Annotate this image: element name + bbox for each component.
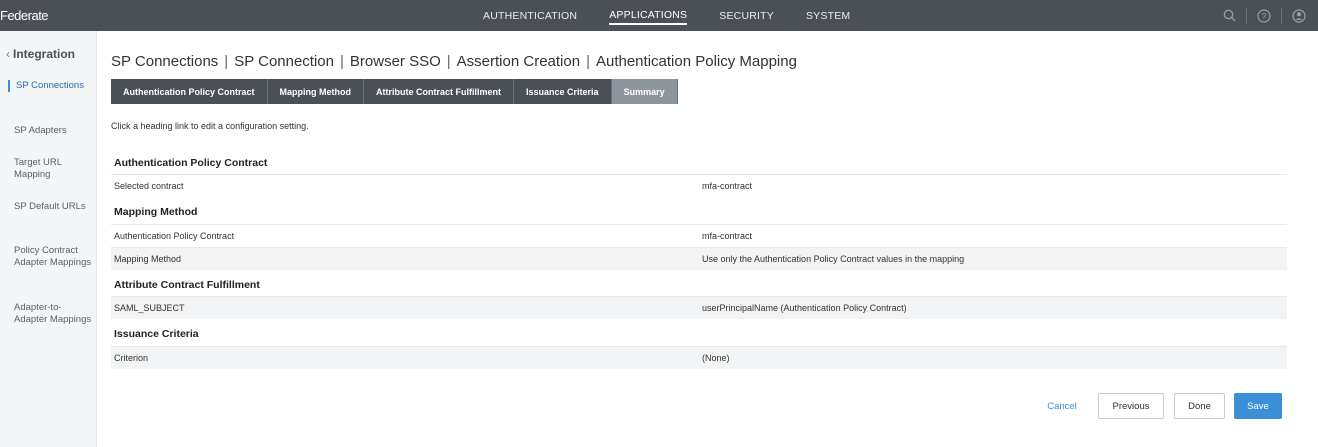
sidebar-item-adapter-to-adapter-mappings[interactable]: Adapter-to-Adapter Mappings (14, 302, 92, 326)
table-row: Mapping Method Use only the Authenticati… (111, 247, 1287, 270)
sidebar-item-target-url-mapping[interactable]: Target URL Mapping (14, 157, 92, 181)
tab-issuance-criteria[interactable]: Issuance Criteria (514, 79, 612, 104)
wizard-tabs: Authentication Policy Contract Mapping M… (111, 79, 678, 104)
breadcrumb-separator: | (340, 53, 344, 70)
nav-authentication[interactable]: AUTHENTICATION (483, 8, 577, 24)
main-nav: AUTHENTICATION APPLICATIONS SECURITY SYS… (483, 0, 882, 31)
breadcrumb-separator: | (446, 53, 451, 70)
breadcrumb: SP Connections | SP Connection | Browser… (111, 53, 797, 70)
sidebar-item-policy-contract-adapter-mappings[interactable]: Policy Contract Adapter Mappings (14, 245, 92, 269)
section-heading-attribute-contract-fulfillment[interactable]: Attribute Contract Fulfillment (114, 279, 260, 291)
search-icon[interactable] (1222, 9, 1236, 23)
sidebar-item-sp-adapters[interactable]: SP Adapters (14, 125, 92, 137)
tab-authentication-policy-contract[interactable]: Authentication Policy Contract (111, 79, 268, 104)
breadcrumb-separator: | (586, 53, 590, 70)
section-heading-mapping-method[interactable]: Mapping Method (114, 206, 197, 218)
row-value: userPrincipalName (Authentication Policy… (702, 303, 907, 313)
row-key: Criterion (114, 353, 149, 363)
sidebar-item-sp-default-urls[interactable]: SP Default URLs (14, 201, 92, 213)
divider (1281, 7, 1282, 24)
tab-summary[interactable]: Summary (611, 79, 678, 104)
row-key: Mapping Method (114, 254, 182, 264)
section-heading-authentication-policy-contract[interactable]: Authentication Policy Contract (114, 157, 267, 169)
page-title: Authentication Policy Mapping (595, 53, 797, 70)
done-button[interactable]: Done (1174, 393, 1225, 419)
cancel-button[interactable]: Cancel (1036, 393, 1088, 419)
table-row: Authentication Policy Contract mfa-contr… (111, 224, 1287, 247)
divider (1246, 7, 1247, 24)
logo[interactable]: Federate (0, 8, 49, 23)
tab-mapping-method[interactable]: Mapping Method (267, 79, 365, 104)
nav-security[interactable]: SECURITY (719, 8, 774, 24)
help-icon[interactable]: ? (1257, 8, 1271, 23)
row-key: SAML_SUBJECT (114, 303, 185, 313)
top-bar: Federate AUTHENTICATION APPLICATIONS SEC… (0, 0, 1318, 31)
row-value: Use only the Authentication Policy Contr… (702, 254, 965, 264)
sidebar-item-sp-connections[interactable]: SP Connections (8, 80, 86, 92)
nav-applications[interactable]: APPLICATIONS (609, 7, 688, 25)
table-row: SAML_SUBJECT userPrincipalName (Authenti… (111, 296, 1287, 319)
table-row: Selected contract mfa-contract (111, 174, 1287, 197)
sidebar: ‹ Integration SP Connections SP Adapters … (0, 31, 97, 447)
sidebar-heading[interactable]: ‹ Integration (6, 47, 75, 61)
save-button[interactable]: Save (1234, 393, 1282, 419)
tab-attribute-contract-fulfillment[interactable]: Attribute Contract Fulfillment (364, 79, 515, 104)
section-heading-issuance-criteria[interactable]: Issuance Criteria (114, 328, 199, 340)
previous-button[interactable]: Previous (1098, 393, 1164, 419)
breadcrumb-browser-sso[interactable]: Browser SSO (350, 53, 441, 70)
hint-text: Click a heading link to edit a configura… (111, 121, 309, 131)
row-value: mfa-contract (702, 231, 753, 241)
breadcrumb-assertion-creation[interactable]: Assertion Creation (457, 53, 580, 70)
user-icon[interactable] (1292, 8, 1306, 23)
chevron-left-icon: ‹ (6, 47, 10, 61)
row-key: Authentication Policy Contract (114, 231, 235, 241)
breadcrumb-separator: | (224, 53, 229, 70)
row-value: mfa-contract (702, 181, 753, 191)
row-key: Selected contract (114, 181, 184, 191)
top-icons: ? (1222, 0, 1306, 31)
svg-text:?: ? (1262, 12, 1267, 21)
breadcrumb-sp-connections[interactable]: SP Connections (111, 53, 218, 70)
nav-system[interactable]: SYSTEM (806, 8, 850, 24)
breadcrumb-sp-connection[interactable]: SP Connection (234, 53, 334, 70)
row-value: (None) (702, 353, 730, 363)
table-row: Criterion (None) (111, 346, 1287, 369)
